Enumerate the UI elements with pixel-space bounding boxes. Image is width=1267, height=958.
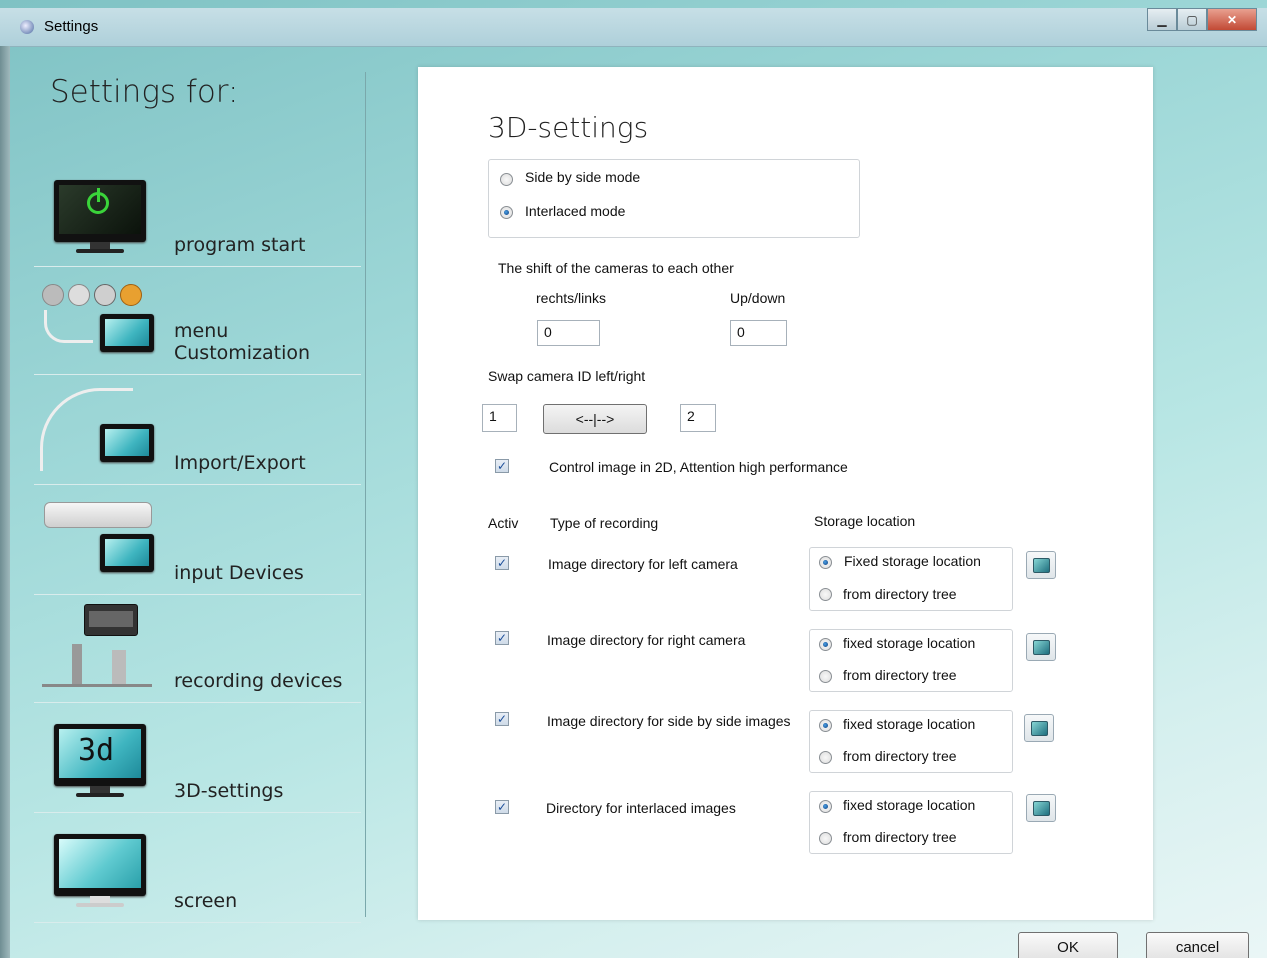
storage-group: fixed storage location from directory tr… xyxy=(809,710,1013,773)
directory-tree-radio[interactable] xyxy=(819,588,832,601)
storage-group: fixed storage location from directory tr… xyxy=(809,791,1013,854)
row-type-label: Image directory for side by side images xyxy=(547,713,791,729)
sidebar-item-label: Import/Export xyxy=(174,452,306,474)
usb-stick-icon xyxy=(44,502,152,528)
title-bar: Settings ▁ ▢ ✕ xyxy=(0,8,1267,47)
fixed-storage-label: Fixed storage location xyxy=(844,553,981,569)
up-down-label: Up/down xyxy=(730,290,786,306)
window-controls: ▁ ▢ ✕ xyxy=(1147,8,1257,31)
cancel-button[interactable]: cancel xyxy=(1146,932,1249,958)
sidebar-item-label: input Devices xyxy=(174,562,304,584)
swap-camera-button[interactable]: <--|--> xyxy=(543,404,647,434)
settings-window: Settings ▁ ▢ ✕ Settings for: program sta… xyxy=(0,0,1267,958)
mode-group: Side by side mode Interlaced mode xyxy=(488,159,860,238)
screen-monitor-icon xyxy=(54,834,146,907)
slit-lamp-icon xyxy=(42,644,152,687)
settings-panel: 3D-settings Side by side mode Interlaced… xyxy=(418,67,1153,920)
folder-icon xyxy=(1033,558,1050,573)
fixed-storage-radio[interactable] xyxy=(819,638,832,651)
storage-group: fixed storage location from directory tr… xyxy=(809,629,1013,692)
app-icon xyxy=(20,20,34,34)
row-active-checkbox[interactable]: ✓ xyxy=(495,800,509,814)
directory-tree-label: from directory tree xyxy=(843,829,957,845)
row-type-label: Image directory for right camera xyxy=(547,632,746,648)
interlaced-label: Interlaced mode xyxy=(525,203,626,219)
monitor-icon xyxy=(100,424,154,462)
row-type-label: Image directory for left camera xyxy=(548,556,738,572)
3d-monitor-icon: 3d xyxy=(54,724,146,797)
sidebar-item-label: menu Customization xyxy=(174,320,311,364)
folder-browse-button[interactable] xyxy=(1026,551,1056,579)
camera-device-icon xyxy=(84,604,138,636)
right-camera-id-input[interactable]: 2 xyxy=(680,404,716,432)
fixed-storage-radio[interactable] xyxy=(819,719,832,732)
folder-icon xyxy=(1031,721,1048,736)
up-down-input[interactable]: 0 xyxy=(730,320,787,346)
fixed-storage-label: fixed storage location xyxy=(843,635,976,651)
maximize-button[interactable]: ▢ xyxy=(1177,8,1207,31)
folder-browse-button[interactable] xyxy=(1026,633,1056,661)
sidebar-item-label: recording devices xyxy=(174,670,343,692)
sidebar-item-screen[interactable]: screen xyxy=(34,814,361,923)
window-border xyxy=(0,46,10,958)
fixed-storage-label: fixed storage location xyxy=(843,716,976,732)
shift-label: The shift of the cameras to each other xyxy=(498,260,734,276)
fixed-storage-label: fixed storage location xyxy=(843,797,976,813)
col-type-header: Type of recording xyxy=(550,515,659,531)
swap-label: Swap camera ID left/right xyxy=(488,368,646,384)
sidebar-item-label: program start xyxy=(174,234,306,256)
sidebar-item-menu-customization[interactable]: menu Customization xyxy=(34,266,361,375)
sidebar-item-recording-devices[interactable]: recording devices xyxy=(34,594,361,703)
folder-browse-button[interactable] xyxy=(1024,714,1054,742)
col-storage-header: Storage location xyxy=(814,513,916,529)
close-button[interactable]: ✕ xyxy=(1207,8,1257,31)
control-image-label: Control image in 2D, Attention high perf… xyxy=(549,459,848,475)
sidebar-divider xyxy=(365,72,366,917)
row-active-checkbox[interactable]: ✓ xyxy=(495,556,509,570)
window-title: Settings xyxy=(44,18,99,35)
minimize-button[interactable]: ▁ xyxy=(1147,8,1177,31)
directory-tree-radio[interactable] xyxy=(819,670,832,683)
rechts-links-input[interactable]: 0 xyxy=(537,320,600,346)
ok-button[interactable]: OK xyxy=(1018,932,1118,958)
row-type-label: Directory for interlaced images xyxy=(546,800,736,816)
sidebar-item-program-start[interactable]: program start xyxy=(34,158,361,267)
sidebar-title: Settings for: xyxy=(50,74,239,110)
directory-tree-label: from directory tree xyxy=(843,667,957,683)
monitor-icon xyxy=(100,314,154,352)
col-activ-header: Activ xyxy=(488,515,519,531)
directory-tree-label: from directory tree xyxy=(843,748,957,764)
sidebar-item-label: 3D-settings xyxy=(174,780,284,802)
monitor-icon xyxy=(100,534,154,572)
row-active-checkbox[interactable]: ✓ xyxy=(495,712,509,726)
side-by-side-radio[interactable] xyxy=(500,173,513,186)
storage-group: Fixed storage location from directory tr… xyxy=(809,547,1013,611)
page-title: 3D-settings xyxy=(488,111,649,144)
sidebar-item-import-export[interactable]: Import/Export xyxy=(34,376,361,485)
directory-tree-label: from directory tree xyxy=(843,586,957,602)
fixed-storage-radio[interactable] xyxy=(819,800,832,813)
rechts-links-label: rechts/links xyxy=(536,290,607,306)
folder-icon xyxy=(1033,801,1050,816)
arrow-icon xyxy=(44,310,93,343)
folder-browse-button[interactable] xyxy=(1026,794,1056,822)
sidebar-item-label: screen xyxy=(174,890,238,912)
fixed-storage-radio[interactable] xyxy=(819,556,832,569)
power-monitor-icon xyxy=(54,180,146,253)
left-camera-id-input[interactable]: 1 xyxy=(482,404,517,432)
sidebar-item-input-devices[interactable]: input Devices xyxy=(34,486,361,595)
menu-icons-icon xyxy=(42,284,162,306)
directory-tree-radio[interactable] xyxy=(819,751,832,764)
sidebar-item-3d-settings[interactable]: 3d 3D-settings xyxy=(34,704,361,813)
control-image-checkbox[interactable]: ✓ xyxy=(495,459,509,473)
directory-tree-radio[interactable] xyxy=(819,832,832,845)
interlaced-radio[interactable] xyxy=(500,206,513,219)
side-by-side-label: Side by side mode xyxy=(525,169,641,185)
row-active-checkbox[interactable]: ✓ xyxy=(495,631,509,645)
folder-icon xyxy=(1033,640,1050,655)
